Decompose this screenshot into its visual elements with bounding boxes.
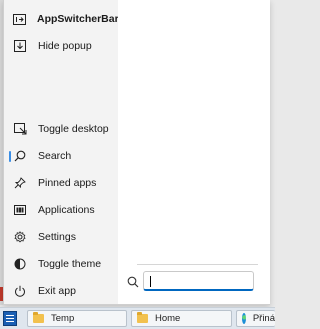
menu-item-toggle-theme[interactable]: Toggle theme	[4, 251, 118, 277]
menu-item-label: Toggle desktop	[38, 123, 109, 135]
menu-item-label: Hide popup	[38, 40, 92, 52]
menu-item-label: Pinned apps	[38, 177, 97, 189]
folder-icon	[137, 312, 148, 323]
menu-item-label: AppSwitcherBar	[37, 13, 119, 25]
popup-content-pane	[118, 0, 270, 304]
search-icon	[13, 149, 27, 163]
taskbar-button-temp[interactable]: Temp	[27, 310, 127, 327]
menu-item-label: Exit app	[38, 285, 76, 297]
toggle-desktop-icon	[13, 122, 27, 136]
menu-item-label: Settings	[38, 231, 76, 243]
menu-item-toggle-desktop[interactable]: Toggle desktop	[4, 116, 118, 142]
start-button[interactable]	[3, 311, 17, 326]
pin-icon	[13, 176, 27, 190]
selection-indicator	[9, 151, 11, 162]
folder-icon	[33, 312, 44, 323]
gear-icon	[13, 230, 27, 244]
taskbar-button-label: Home	[155, 313, 181, 324]
menu-item-settings[interactable]: Settings	[4, 224, 118, 250]
search-icon	[127, 275, 139, 288]
app-switcher-popup: AppSwitcherBar Hide popup Toggle desktop…	[3, 0, 270, 305]
taskbar: Temp Home Přiná	[0, 307, 275, 329]
menu-item-label: Toggle theme	[38, 258, 102, 270]
edge-icon	[242, 313, 246, 324]
applications-icon	[13, 203, 27, 217]
power-icon	[13, 284, 27, 298]
popup-menu-pane: AppSwitcherBar Hide popup Toggle desktop…	[4, 0, 119, 304]
hide-popup-icon	[13, 39, 27, 53]
menu-item-appswitcherbar[interactable]: AppSwitcherBar	[4, 6, 119, 32]
menu-item-search[interactable]: Search	[4, 143, 118, 169]
search-area	[127, 264, 258, 294]
menu-item-label: Applications	[38, 204, 95, 216]
taskbar-button-home[interactable]: Home	[131, 310, 232, 327]
menu-item-applications[interactable]: Applications	[4, 197, 118, 223]
app-switcher-icon	[13, 12, 26, 26]
taskbar-button-label: Temp	[51, 313, 75, 324]
menu-item-label: Search	[38, 150, 72, 162]
search-input[interactable]	[143, 271, 254, 291]
text-caret	[150, 276, 151, 287]
menu-item-exit-app[interactable]: Exit app	[4, 278, 118, 304]
taskbar-button-edge[interactable]: Přiná	[236, 310, 275, 327]
search-divider	[137, 264, 258, 265]
menu-item-pinned-apps[interactable]: Pinned apps	[4, 170, 118, 196]
theme-icon	[13, 257, 27, 271]
taskbar-button-label: Přiná	[252, 313, 275, 324]
menu-item-hide-popup[interactable]: Hide popup	[4, 33, 118, 59]
